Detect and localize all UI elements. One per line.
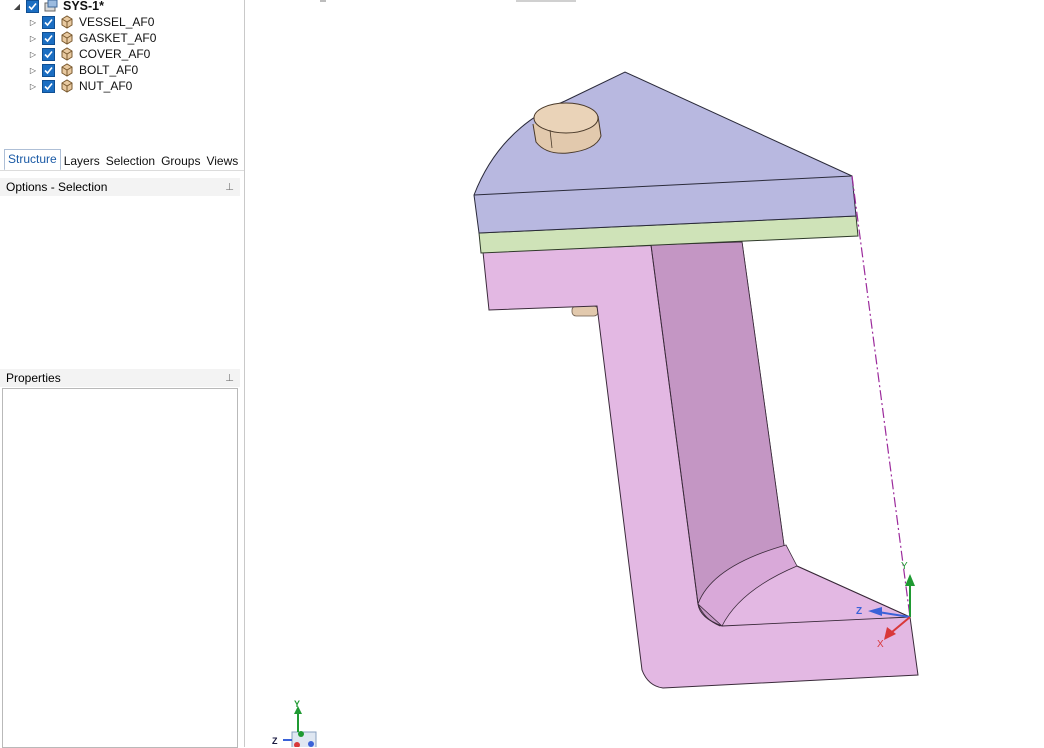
tab-layers[interactable]: Layers [61,152,103,171]
triad-z-label: Z [856,606,862,617]
checkbox[interactable] [42,63,55,77]
expand-icon[interactable]: ▷ [28,49,38,59]
checkbox[interactable] [42,31,55,45]
pin-icon[interactable]: ⊥ [225,373,234,384]
assembly-icon [43,0,59,14]
checkbox[interactable] [42,15,55,29]
tabs-divider [0,170,244,171]
tab-structure[interactable]: Structure [4,149,61,171]
tree-item-label: COVER_AF0 [79,47,151,61]
tree-item-label: BOLT_AF0 [79,63,139,77]
toolbar-remnant [320,0,326,2]
panel-tabs: Structure Layers Selection Groups Views [4,149,241,171]
structure-tree: ◢ SYS-1* ▷ VESSEL_AF0 ▷ GASKET_AF0 ▷ COVER_AF… [0,0,244,96]
checkbox-root[interactable] [26,0,39,13]
left-panel: ◢ SYS-1* ▷ VESSEL_AF0 ▷ GASKET_AF0 ▷ COVER_AF… [0,0,245,748]
mini-triad-y-label: Y [294,699,300,709]
tree-item-row[interactable]: ▷ COVER_AF0 [28,46,150,62]
tree-item-label: NUT_AF0 [79,79,133,93]
part-icon [59,14,75,30]
properties-grid[interactable] [2,388,238,748]
tree-item-row[interactable]: ▷ GASKET_AF0 [28,30,156,46]
graphics-viewport[interactable]: Y Z X Y Z [245,0,1044,747]
symmetry-edge [851,175,911,618]
triad-x-label: X [877,639,884,650]
part-icon [59,62,75,78]
orientation-cube[interactable]: Y Z [272,699,317,747]
tree-item-row[interactable]: ▷ NUT_AF0 [28,78,132,94]
tree-item-label: VESSEL_AF0 [79,15,155,29]
tree-item-label: GASKET_AF0 [79,31,157,45]
triad-y-label: Y [901,561,908,572]
toolbar-remnant [516,0,576,2]
expand-icon[interactable]: ▷ [28,17,38,27]
expand-icon[interactable]: ▷ [28,81,38,91]
expand-icon[interactable]: ▷ [28,33,38,43]
tree-root-row[interactable]: ◢ SYS-1* [12,0,104,14]
collapse-icon[interactable]: ◢ [12,1,22,11]
properties-panel-header: Properties ⊥ [0,369,240,387]
tree-item-row[interactable]: ▷ VESSEL_AF0 [28,14,154,30]
options-panel-title: Options - Selection [6,180,108,194]
mini-triad-z-label: Z [272,736,278,746]
tab-groups[interactable]: Groups [158,152,203,171]
model-view[interactable]: Y Z X Y Z [245,0,1044,747]
expand-icon[interactable]: ▷ [28,65,38,75]
tree-root-label: SYS-1* [63,0,104,13]
properties-panel-title: Properties [6,371,61,385]
cover-body[interactable] [473,71,857,234]
bolt-lower[interactable] [571,305,599,317]
options-panel-header: Options - Selection ⊥ [0,178,240,196]
checkbox[interactable] [42,47,55,61]
tab-selection[interactable]: Selection [103,152,158,171]
tree-item-row[interactable]: ▷ BOLT_AF0 [28,62,138,78]
tab-views[interactable]: Views [203,152,241,171]
vessel-body[interactable] [482,241,919,689]
checkbox[interactable] [42,79,55,93]
bolt-top[interactable] [532,102,602,154]
pin-icon[interactable]: ⊥ [225,182,234,193]
part-icon [59,46,75,62]
part-icon [59,78,75,94]
part-icon [59,30,75,46]
